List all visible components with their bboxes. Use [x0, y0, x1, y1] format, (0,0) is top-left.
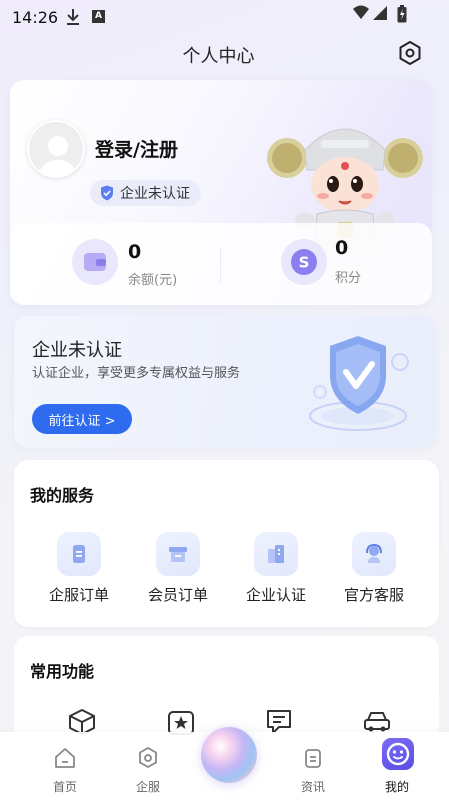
- shield-illustration: [309, 336, 409, 431]
- headset-icon: [366, 543, 382, 563]
- settings-icon[interactable]: [397, 40, 423, 66]
- service-label: 会员订单: [147, 586, 208, 604]
- wallet-icon[interactable]: [72, 239, 118, 285]
- mine-icon: [382, 738, 414, 770]
- shield-check-icon: [101, 185, 113, 201]
- document-icon: [73, 545, 85, 563]
- balance-value: 0: [128, 241, 142, 263]
- wifi-icon: [353, 5, 369, 19]
- functions-title: 常用功能: [30, 662, 95, 681]
- points-label: 积分: [335, 271, 362, 286]
- signal-icon: [373, 6, 387, 20]
- balance-points-row: 0 余额(元) S 0 积分: [10, 223, 432, 305]
- service-label: 企业认证: [245, 586, 306, 604]
- service-label: 官方客服: [343, 586, 404, 604]
- points-value: 0: [335, 237, 349, 259]
- news-icon: [305, 749, 321, 768]
- cert-status-badge[interactable]: 企业未认证: [90, 180, 201, 206]
- divider: [220, 247, 221, 283]
- battery-icon: [397, 5, 407, 23]
- home-icon: [55, 748, 75, 768]
- page-title: 个人中心: [182, 46, 255, 67]
- service-official-support[interactable]: 官方客服: [326, 532, 422, 612]
- points-icon[interactable]: S: [281, 239, 327, 285]
- ai-assistant-orb-button[interactable]: [201, 727, 257, 783]
- nav-item-news[interactable]: 资讯: [283, 744, 343, 798]
- my-services-card: 我的服务 企服订单 会员订单 企业认证 官方客服: [14, 460, 439, 627]
- download-icon: [67, 9, 79, 25]
- service-member-orders[interactable]: 会员订单: [130, 532, 226, 612]
- status-bar: 14:26 A: [0, 0, 449, 34]
- nav-item-service[interactable]: 企服: [118, 744, 178, 798]
- building-icon: [268, 545, 284, 563]
- avatar[interactable]: [27, 120, 85, 178]
- nav-label: 企服: [135, 780, 160, 794]
- login-register-link[interactable]: 登录/注册: [95, 135, 178, 162]
- service-enterprise-orders[interactable]: 企服订单: [31, 532, 127, 612]
- default-avatar-icon: [29, 122, 83, 176]
- enterprise-cert-subtitle: 认证企业，享受更多专属权益与服务: [32, 366, 241, 381]
- box-icon: [169, 547, 187, 562]
- enterprise-cert-title: 企业未认证: [32, 340, 122, 361]
- profile-card: 登录/注册 企业未认证 0 余额(元) S 0 积分: [10, 80, 432, 305]
- balance-label: 余额(元): [128, 273, 178, 288]
- service-enterprise-cert[interactable]: 企业认证: [228, 532, 324, 612]
- status-time: 14:26: [12, 8, 59, 27]
- nav-item-mine[interactable]: 我的: [367, 738, 427, 798]
- cert-badge-label: 企业未认证: [120, 186, 190, 202]
- notification-icon: A: [92, 10, 105, 23]
- nav-label: 首页: [52, 780, 77, 794]
- nav-label: 资讯: [300, 780, 325, 794]
- service-label: 企服订单: [48, 586, 109, 604]
- nav-label: 我的: [384, 780, 409, 794]
- service-icon: [139, 747, 157, 768]
- services-title: 我的服务: [30, 486, 95, 505]
- enterprise-cert-banner: 企业未认证 认证企业，享受更多专属权益与服务 前往认证 >: [14, 316, 436, 448]
- nav-item-home[interactable]: 首页: [35, 744, 95, 798]
- go-certify-button[interactable]: 前往认证 >: [32, 404, 132, 434]
- svg-text:S: S: [299, 254, 310, 272]
